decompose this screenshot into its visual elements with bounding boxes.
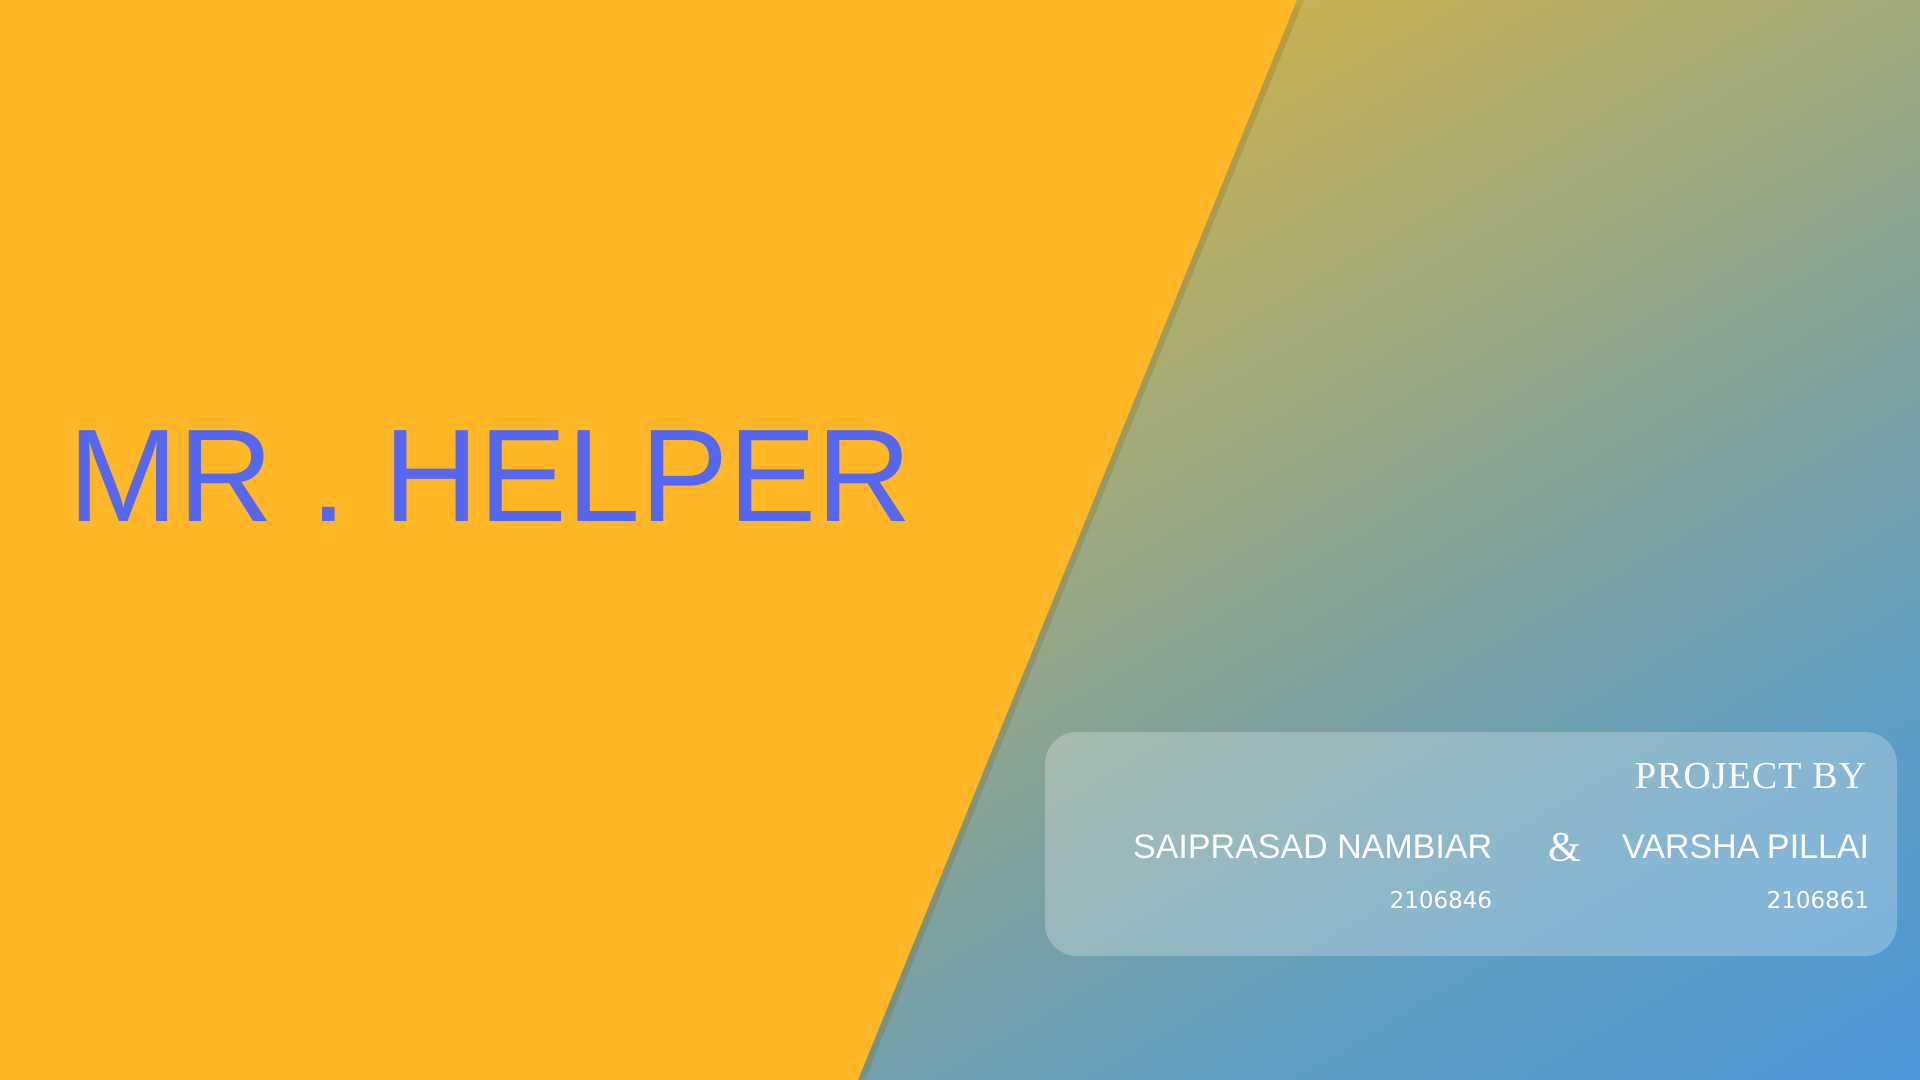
ampersand-separator: & xyxy=(1548,825,1581,871)
member-name: SAIPRASAD NAMBIAR xyxy=(1133,828,1492,866)
credits-card: PROJECT BY SAIPRASAD NAMBIAR & VARSHA PI… xyxy=(1045,732,1897,956)
member-id: 2106846 xyxy=(1389,888,1492,914)
slide-title: MR . HELPER xyxy=(68,402,912,549)
member-id: 2106861 xyxy=(1766,888,1869,914)
member-name: VARSHA PILLAI xyxy=(1622,828,1869,866)
title-slide: MR . HELPER PROJECT BY SAIPRASAD NAMBIAR… xyxy=(0,0,1920,1080)
project-by-heading: PROJECT BY xyxy=(1634,755,1867,797)
